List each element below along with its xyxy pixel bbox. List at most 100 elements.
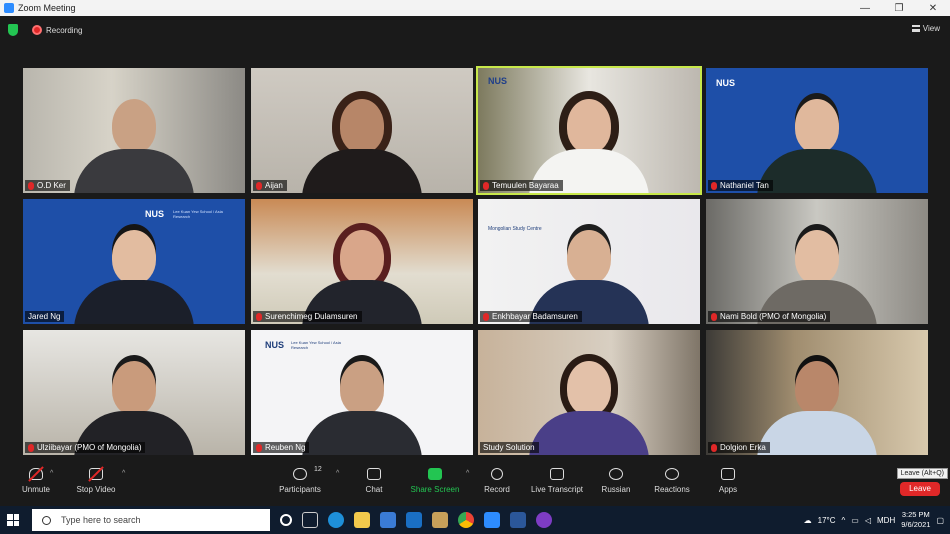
apps-label: Apps	[718, 485, 738, 494]
mic-muted-icon	[256, 312, 262, 321]
close-button[interactable]: ✕	[916, 3, 950, 14]
view-button[interactable]: View	[911, 24, 940, 33]
share-screen-button[interactable]: Share Screen	[403, 468, 467, 494]
photos-icon[interactable]	[432, 512, 448, 528]
participant-name: Study Solution	[483, 443, 535, 452]
live-transcript-button[interactable]: Live Transcript	[524, 468, 590, 494]
taskbar-search[interactable]: Type here to search	[32, 509, 270, 531]
participant-video	[757, 99, 877, 193]
record-button[interactable]: Record	[465, 468, 529, 494]
participant-name-tag: Study Solution	[480, 442, 539, 453]
mic-muted-icon	[28, 181, 34, 190]
participant-name-tag: Ulziibayar (PMO of Mongolia)	[25, 442, 146, 453]
participant-name-tag: Dolgion Erka	[708, 442, 770, 453]
chat-bubble-icon	[367, 468, 381, 480]
live-transcript-label: Live Transcript	[530, 485, 584, 494]
zoom-taskbar-icon[interactable]	[484, 512, 500, 528]
participant-video	[757, 230, 877, 324]
video-tile[interactable]: Ulziibayar (PMO of Mongolia)	[23, 330, 245, 455]
video-grid: O.D Ker Aijan NUS Temuulen Bayaraa NUS N…	[23, 66, 928, 456]
chat-button[interactable]: Chat	[342, 468, 406, 494]
clock-time: 3:25 PM	[901, 510, 930, 519]
video-tile[interactable]: Study Solution	[478, 330, 700, 455]
participant-name-tag: Surenchimeg Dulamsuren	[253, 311, 362, 322]
maximize-button[interactable]: ❐	[882, 3, 916, 14]
recording-icon	[32, 25, 42, 35]
edge-icon[interactable]	[328, 512, 344, 528]
video-tile[interactable]: O.D Ker	[23, 68, 245, 193]
video-tile[interactable]: NUS Lee Kuan Yew School / Asia Research …	[23, 199, 245, 324]
word-icon[interactable]	[510, 512, 526, 528]
notifications-icon[interactable]: ▢	[936, 516, 944, 525]
security-shield-icon[interactable]	[8, 24, 18, 36]
search-icon	[42, 515, 51, 525]
reactions-label: Reactions	[654, 485, 690, 494]
temperature[interactable]: 17°C	[818, 516, 836, 525]
unmute-button[interactable]: Unmute	[4, 468, 68, 494]
participants-caret-icon[interactable]: ^	[336, 470, 339, 477]
apps-button[interactable]: Apps	[696, 468, 760, 494]
video-tile[interactable]: Surenchimeg Dulamsuren	[251, 199, 473, 324]
participant-video	[529, 99, 649, 193]
minimize-button[interactable]: —	[848, 3, 882, 14]
globe-icon	[609, 468, 623, 480]
view-label: View	[922, 24, 940, 33]
store-icon[interactable]	[380, 512, 396, 528]
participant-name: Jared Ng	[28, 312, 61, 321]
participants-count: 12	[314, 466, 322, 473]
input-language[interactable]: MDH	[877, 516, 895, 525]
leave-button[interactable]: Leave	[900, 482, 940, 496]
stop-video-button[interactable]: Stop Video	[64, 468, 128, 494]
video-tile[interactable]: Aijan	[251, 68, 473, 193]
share-screen-label: Share Screen	[410, 485, 460, 494]
participant-name-tag: O.D Ker	[25, 180, 70, 191]
meeting-controls-toolbar: Unmute ^ Stop Video ^ Participants 12 ^ …	[0, 462, 950, 506]
mail-icon[interactable]	[406, 512, 422, 528]
stop-video-label: Stop Video	[76, 485, 116, 494]
cortana-icon[interactable]	[280, 514, 292, 526]
mic-muted-icon	[256, 443, 262, 452]
video-tile-active-speaker[interactable]: NUS Temuulen Bayaraa	[476, 66, 702, 195]
nus-logo: NUS	[488, 76, 508, 86]
network-icon[interactable]: ▭	[851, 516, 859, 525]
chrome-icon[interactable]	[458, 512, 474, 528]
participant-name: Enkhbayar Badamsuren	[492, 312, 578, 321]
start-button[interactable]	[0, 506, 26, 534]
reactions-button[interactable]: Reactions	[640, 468, 704, 494]
video-tile[interactable]: Nami Bold (PMO of Mongolia)	[706, 199, 928, 324]
recording-label: Recording	[46, 25, 83, 35]
tray-overflow-icon[interactable]: ^	[842, 516, 846, 525]
video-tile[interactable]: NUS Nathaniel Tan	[706, 68, 928, 193]
participant-name: Ulziibayar (PMO of Mongolia)	[37, 443, 142, 452]
volume-icon[interactable]: ◁	[865, 516, 871, 525]
participant-name: Nami Bold (PMO of Mongolia)	[720, 312, 827, 321]
video-tile[interactable]: Dolgion Erka	[706, 330, 928, 455]
nus-subtitle: Lee Kuan Yew School / Asia Research	[291, 340, 341, 350]
cc-icon	[550, 468, 564, 480]
audio-options-caret-icon[interactable]: ^	[50, 470, 53, 477]
windows-logo-icon	[7, 514, 19, 526]
nus-logo: NUS	[265, 340, 285, 350]
apps-icon	[721, 468, 735, 480]
mic-muted-icon	[483, 181, 489, 190]
zoom-app-icon	[4, 3, 14, 13]
nus-logo: NUS	[145, 209, 165, 219]
taskbar-clock[interactable]: 3:25 PM 9/6/2021	[901, 510, 930, 530]
participant-name-tag: Temuulen Bayaraa	[480, 180, 563, 191]
video-options-caret-icon[interactable]: ^	[122, 470, 125, 477]
participants-button[interactable]: Participants	[268, 468, 332, 494]
interpretation-button[interactable]: Russian	[584, 468, 648, 494]
video-tile[interactable]: Mongolian Study Centre Enkhbayar Badamsu…	[478, 199, 700, 324]
clock-date: 9/6/2021	[901, 520, 931, 529]
file-explorer-icon[interactable]	[354, 512, 370, 528]
smiley-icon	[665, 468, 679, 480]
viber-icon[interactable]	[536, 512, 552, 528]
mic-muted-icon	[28, 443, 34, 452]
participant-video	[74, 361, 194, 455]
mic-muted-icon	[256, 181, 262, 190]
task-view-icon[interactable]	[302, 512, 318, 528]
video-tile[interactable]: NUS Lee Kuan Yew School / Asia Research …	[251, 330, 473, 455]
weather-icon[interactable]: ☁	[804, 516, 812, 525]
windows-taskbar: Type here to search ☁ 17°C ^ ▭ ◁ MDH 3:2…	[0, 506, 950, 534]
record-label: Record	[484, 485, 510, 494]
